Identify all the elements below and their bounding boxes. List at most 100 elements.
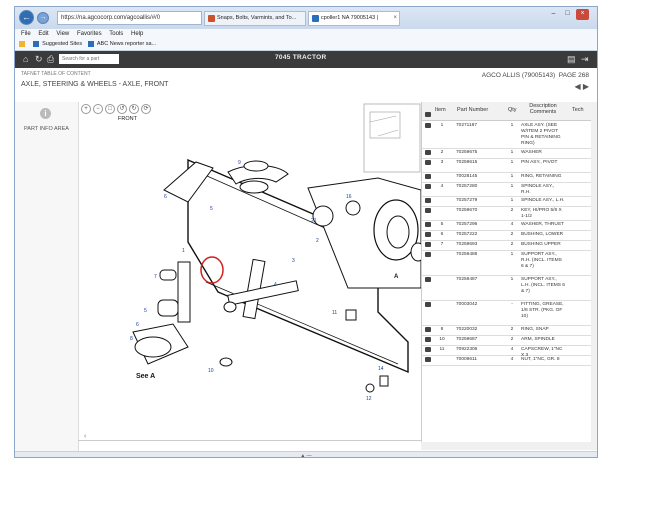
add-to-cart-icon[interactable] <box>424 357 432 364</box>
part-number[interactable]: 70220032 <box>456 327 506 332</box>
part-info-area-label: PART INFO AREA <box>24 126 69 132</box>
table-row[interactable]: 3 70259615 1 PIN ASY., PIVOT <box>422 158 592 173</box>
part-number[interactable]: 70259693 <box>456 242 506 247</box>
cart-icon[interactable]: ▤ <box>567 54 576 65</box>
browser-window: ← → https://na.agcocorp.com/agcoallis/#/… <box>14 6 598 458</box>
add-to-cart-icon[interactable] <box>424 232 432 239</box>
col-qty[interactable]: Qty <box>508 107 517 113</box>
minimize-button[interactable]: – <box>547 9 560 20</box>
add-to-cart-icon[interactable] <box>424 327 432 334</box>
site-icon <box>208 15 215 22</box>
svg-text:2: 2 <box>316 238 319 244</box>
home-icon[interactable]: ⌂ <box>23 54 28 65</box>
add-to-cart-icon[interactable] <box>424 174 432 181</box>
close-window-button[interactable]: × <box>576 9 589 20</box>
item-number: 4 <box>440 184 444 189</box>
table-row[interactable]: 1 70271187 1 AXLE ASY. (SEE W/ITEM 2 PIVOT … <box>422 121 592 149</box>
menu-edit[interactable]: Edit <box>38 31 48 37</box>
description: SUPPORT ASY., R.H. (INCL. ITEMS 6 & 7) <box>521 252 562 269</box>
col-description[interactable]: Description Comments <box>522 103 564 115</box>
menu-help[interactable]: Help <box>131 31 143 37</box>
add-to-cart-icon[interactable] <box>424 302 432 309</box>
tab-label: cpoller1 NA 79005143 | <box>321 15 379 21</box>
svg-text:6: 6 <box>136 322 139 328</box>
add-to-cart-icon[interactable] <box>424 242 432 249</box>
col-item[interactable]: Item <box>435 107 446 113</box>
quantity: 2 <box>510 242 514 247</box>
quantity: 1 <box>510 150 514 155</box>
part-number[interactable]: 70257222 <box>456 232 506 237</box>
part-number[interactable]: 70922306 <box>456 347 506 352</box>
maximize-button[interactable]: □ <box>561 9 574 20</box>
add-to-cart-icon[interactable] <box>424 160 432 167</box>
part-number[interactable]: 70259487 <box>456 277 506 282</box>
info-icon[interactable]: i <box>40 108 51 119</box>
fav-abc-news[interactable]: ABC News reporter sa... <box>97 41 156 47</box>
see-a-label: See A <box>136 373 155 380</box>
add-to-cart-icon[interactable] <box>424 198 432 205</box>
address-bar[interactable]: https://na.agcocorp.com/agcoallis/#/0 <box>57 11 202 25</box>
forward-button[interactable]: → <box>37 12 49 24</box>
part-number[interactable]: 70259486 <box>456 252 506 257</box>
add-to-cart-icon[interactable] <box>424 208 432 215</box>
refresh-icon[interactable]: ↻ <box>35 54 43 65</box>
add-to-cart-icon[interactable] <box>424 337 432 344</box>
add-to-cart-icon[interactable] <box>424 184 432 191</box>
add-to-cart-icon[interactable] <box>424 277 432 284</box>
fav-suggested-sites[interactable]: Suggested Sites <box>42 41 82 47</box>
table-scrollbar[interactable] <box>591 102 597 450</box>
scroll-left-icon[interactable]: ‹ <box>84 433 87 440</box>
col-tech[interactable]: Tech <box>572 107 584 113</box>
part-number[interactable]: 70259615 <box>456 160 506 165</box>
table-row[interactable]: 70009611 4 NUT, 1"NC, GR. 8 <box>422 355 592 366</box>
table-hscrollbar[interactable] <box>421 442 591 450</box>
print-icon[interactable]: ⎙ <box>47 54 54 65</box>
part-number[interactable]: 70259687 <box>456 337 506 342</box>
part-number[interactable]: 70257280 <box>456 184 506 189</box>
breadcrumb[interactable]: TAFNET TABLE OF CONTENT <box>21 71 91 77</box>
quantity: 1 <box>510 123 514 128</box>
favorites-star-icon[interactable] <box>19 40 25 47</box>
table-row[interactable]: 70259487 1 SUPPORT ASY., L.H. (INCL. ITEMS… <box>422 275 592 301</box>
add-to-cart-icon[interactable] <box>424 347 432 354</box>
parts-table: Item Part Number Qty Description Comment… <box>421 102 592 450</box>
quantity: 1 <box>510 184 514 189</box>
part-number[interactable]: 70259675 <box>456 150 506 155</box>
menu-view[interactable]: View <box>56 31 69 37</box>
table-row[interactable]: 70259670 2 KEY, HI/PRO 5/8 X 1-1/2 <box>422 206 592 221</box>
description: KEY, HI/PRO 5/8 X 1-1/2 <box>521 208 562 219</box>
page-number: PAGE 268 <box>558 72 589 79</box>
close-tab-icon[interactable]: × <box>393 12 397 25</box>
page-nav-icons[interactable]: ◀ ▶ <box>574 82 589 91</box>
add-to-cart-icon[interactable] <box>424 123 432 130</box>
add-to-cart-icon[interactable] <box>424 222 432 229</box>
description: SPINDLE ASY., R.H. <box>521 184 555 195</box>
part-number[interactable]: 70028145 <box>456 174 506 179</box>
back-button[interactable]: ← <box>19 10 34 25</box>
table-row[interactable]: 70003042- FITTING, GREASE, 1/8 STR. (PKG.… <box>422 300 592 326</box>
part-number[interactable]: 70271187 <box>456 123 506 128</box>
logout-icon[interactable]: ⇥ <box>581 54 589 65</box>
table-row[interactable]: 4 70257280 1 SPINDLE ASY., R.H. <box>422 182 592 197</box>
menu-tools[interactable]: Tools <box>109 31 123 37</box>
part-search-input[interactable]: Search for a part <box>59 54 119 64</box>
description: AXLE ASY. (SEE W/ITEM 2 PIVOT PIN & RETA… <box>521 123 561 146</box>
add-to-cart-icon[interactable] <box>424 252 432 259</box>
tab-agco[interactable]: cpoller1 NA 79005143 | × <box>308 11 400 26</box>
tab-snaps[interactable]: Snaps, Bolts, Varmints, and To... <box>204 11 306 26</box>
part-number[interactable]: 70257296 <box>456 222 506 227</box>
menu-favorites[interactable]: Favorites <box>77 31 102 37</box>
item-number: 10 <box>439 337 445 342</box>
diagram-divider <box>78 440 421 441</box>
parts-diagram[interactable]: 6 5 9 7 5 6 8 1 3 2 21 16 11 12 14 4 10 FRONT See A… <box>78 102 421 442</box>
inset-a-label: A <box>394 274 399 280</box>
menu-file[interactable]: File <box>21 31 31 37</box>
part-number[interactable]: 70259670 <box>456 208 506 213</box>
add-to-cart-icon[interactable] <box>424 150 432 157</box>
part-number[interactable]: 70257279 <box>456 198 506 203</box>
part-number[interactable]: 70009611 <box>456 357 506 362</box>
part-number[interactable]: 70003042 <box>456 302 506 307</box>
table-row[interactable]: 70259486 1 SUPPORT ASY., R.H. (INCL. ITEMS… <box>422 250 592 276</box>
col-part-number[interactable]: Part Number <box>457 107 488 113</box>
description: SUPPORT ASY., L.H. (INCL. ITEMS 6 & 7) <box>521 277 565 294</box>
